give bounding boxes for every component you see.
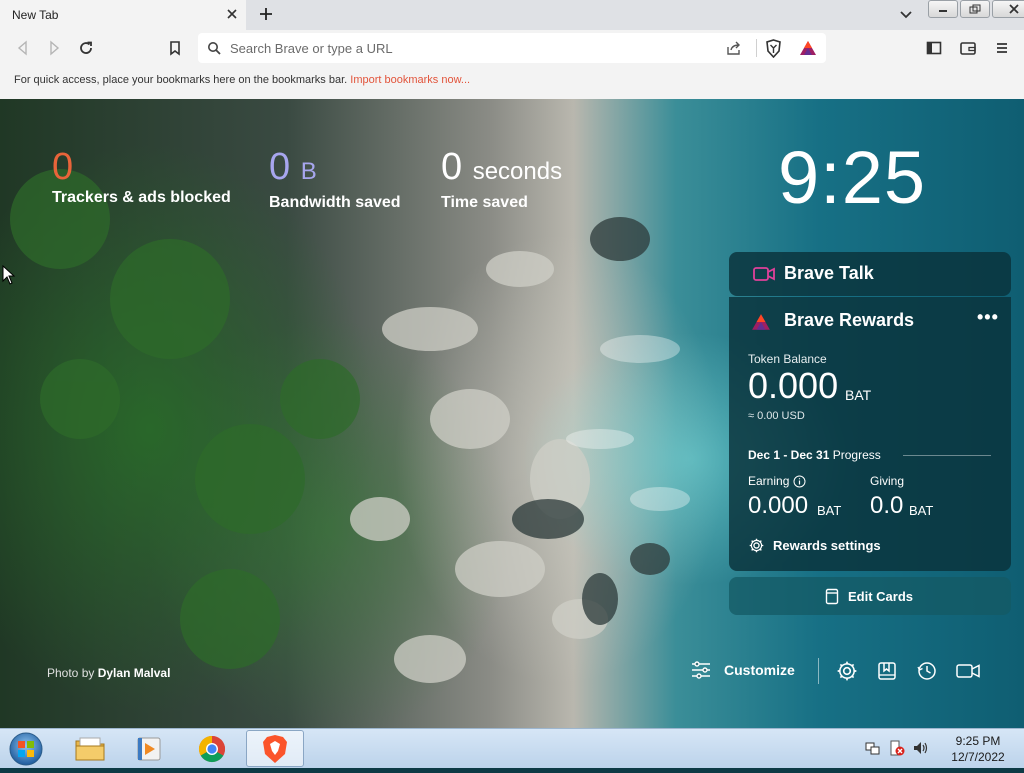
menu-icon[interactable] — [993, 39, 1011, 57]
address-bar[interactable]: Search Brave or type a URL — [198, 33, 826, 63]
time-value: 0 — [441, 146, 463, 188]
giving-unit: BAT — [909, 503, 934, 518]
action-center-icon[interactable] — [888, 739, 906, 757]
brave-rewards-icon[interactable] — [799, 40, 817, 56]
divider — [756, 39, 757, 57]
bandwidth-unit: B — [300, 158, 317, 185]
edit-cards-icon — [825, 588, 839, 608]
history-icon[interactable] — [916, 660, 938, 682]
divider — [818, 658, 819, 684]
file-explorer-app[interactable] — [62, 730, 118, 767]
trackers-value: 0 — [52, 146, 74, 188]
search-icon — [207, 41, 221, 55]
taskbar-time: 9:25 PM — [955, 734, 1001, 748]
photo-credit[interactable]: Photo by Dylan Malval — [47, 666, 170, 680]
new-tab-button[interactable] — [258, 6, 274, 22]
bookmarks-message: For quick access, place your bookmarks h… — [14, 74, 471, 86]
reload-icon[interactable] — [77, 39, 95, 57]
chevron-down-icon[interactable] — [898, 8, 914, 22]
edit-cards-button[interactable]: Edit Cards — [729, 577, 1011, 615]
sidebar-icon[interactable] — [925, 39, 943, 57]
browser-toolbar: Search Brave or type a URL — [0, 30, 1024, 66]
more-options-icon[interactable]: ••• — [977, 307, 999, 328]
close-icon[interactable] — [224, 6, 240, 22]
network-icon[interactable] — [864, 739, 882, 757]
bat-logo-icon — [751, 313, 771, 336]
photo-author[interactable]: Dylan Malval — [98, 666, 171, 680]
video-camera-icon[interactable] — [956, 660, 980, 682]
bookmarks-icon[interactable] — [876, 660, 898, 682]
share-icon[interactable] — [726, 40, 742, 56]
system-tray — [864, 739, 930, 757]
taskbar-clock[interactable]: 9:25 PM 12/7/2022 — [938, 733, 1018, 765]
settings-gear-icon[interactable] — [836, 660, 858, 682]
rewards-settings-button[interactable]: Rewards settings — [748, 537, 881, 554]
trackers-stat: 0 Trackers & ads blocked — [52, 147, 231, 207]
giving-value: 0.0 — [870, 492, 904, 519]
gear-icon — [749, 538, 764, 553]
restore-button[interactable] — [960, 0, 990, 18]
window-controls — [928, 0, 1024, 18]
tab-strip: New Tab — [0, 0, 1024, 30]
brave-talk-title: Brave Talk — [784, 263, 874, 283]
earning-label: Earning — [748, 474, 806, 488]
progress-divider — [903, 455, 991, 456]
bandwidth-label: Bandwidth saved — [269, 194, 401, 211]
token-balance-label: Token Balance — [748, 352, 827, 366]
trackers-label: Trackers & ads blocked — [52, 189, 231, 206]
taskbar-date: 12/7/2022 — [951, 750, 1005, 764]
volume-icon[interactable] — [912, 739, 930, 757]
time-unit: seconds — [472, 158, 563, 185]
new-tab-page: 0 Trackers & ads blocked 0 B Bandwidth s… — [0, 99, 1024, 728]
brave-app[interactable] — [246, 730, 304, 767]
import-bookmarks-link[interactable]: Import bookmarks now... — [350, 74, 470, 86]
bookmarks-bar: For quick access, place your bookmarks h… — [0, 66, 1024, 99]
chrome-app[interactable] — [184, 730, 240, 767]
bandwidth-stat: 0 B Bandwidth saved — [269, 147, 401, 212]
earning-value: 0.000 — [748, 492, 809, 519]
edit-cards-label: Edit Cards — [848, 589, 914, 604]
taskbar: 9:25 PM 12/7/2022 — [0, 728, 1024, 768]
bookmark-icon[interactable] — [166, 39, 184, 57]
sliders-icon — [692, 661, 710, 679]
earning-unit: BAT — [817, 503, 842, 518]
forward-icon[interactable] — [45, 39, 63, 57]
info-icon[interactable] — [793, 475, 806, 488]
wallet-icon[interactable] — [959, 39, 977, 57]
tab-title: New Tab — [12, 8, 59, 22]
token-balance-unit: BAT — [845, 387, 872, 403]
clock[interactable]: 9:25 — [778, 135, 926, 220]
minimize-button[interactable] — [928, 0, 958, 18]
customize-button[interactable]: Customize — [690, 660, 795, 680]
video-camera-icon — [753, 266, 775, 287]
brave-shields-icon[interactable] — [765, 39, 782, 59]
back-icon[interactable] — [14, 39, 32, 57]
media-player-app[interactable] — [122, 730, 178, 767]
token-balance-value: 0.000 — [748, 365, 839, 406]
bandwidth-value: 0 — [269, 146, 291, 188]
usd-value: ≈ 0.00 USD — [748, 410, 805, 422]
giving-label: Giving — [870, 474, 905, 488]
address-input[interactable]: Search Brave or type a URL — [230, 41, 393, 56]
time-stat: 0 seconds Time saved — [441, 147, 562, 212]
window-close-button[interactable] — [992, 0, 1024, 18]
brave-rewards-card: Brave Rewards ••• Token Balance 0.000 BA… — [729, 297, 1011, 571]
time-label: Time saved — [441, 194, 528, 211]
brave-talk-card[interactable]: Brave Talk — [729, 252, 1011, 296]
progress-period: Dec 1 - Dec 31 Progress — [748, 448, 881, 462]
start-button[interactable] — [6, 730, 46, 768]
mouse-cursor — [2, 265, 16, 285]
rewards-title: Brave Rewards — [784, 310, 915, 330]
tab-new-tab[interactable]: New Tab — [0, 0, 246, 30]
